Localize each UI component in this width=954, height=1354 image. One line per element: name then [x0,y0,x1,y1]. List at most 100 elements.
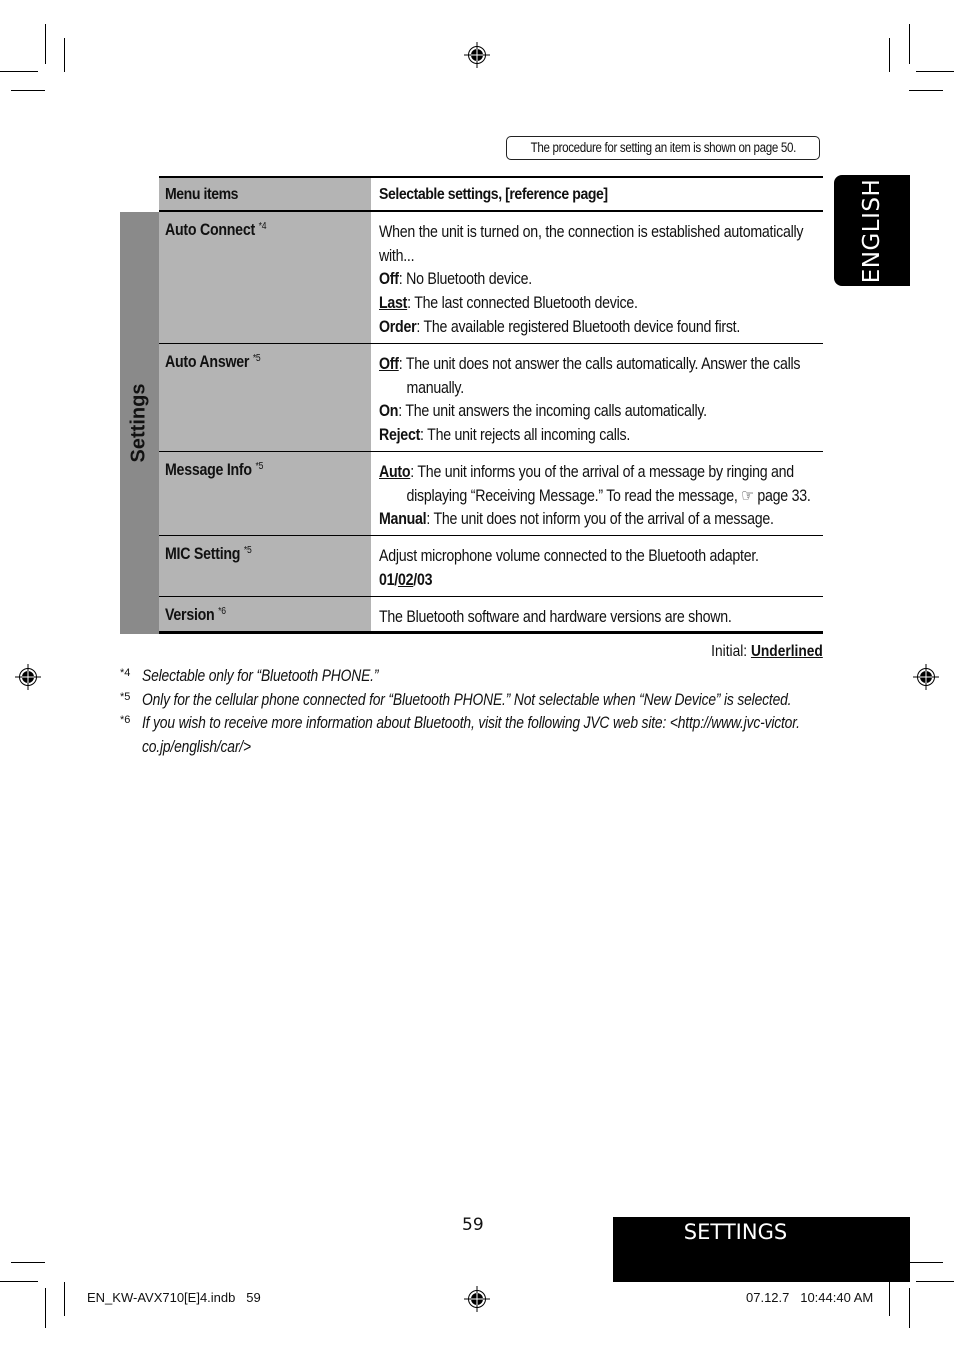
footnote-ref: *5 [243,545,252,556]
option-key: Manual [379,510,427,529]
option-key: Reject [379,426,421,445]
option-text: manually. [406,378,465,397]
header-menu-items: Menu items [165,186,239,203]
footnote-ref: *5 [252,353,261,364]
registration-mark-icon [464,42,490,68]
option-key: Off [379,270,399,289]
page-number: 59 [462,1215,484,1235]
description-line: Last: The last connected Bluetooth devic… [379,292,818,316]
setting-description: Auto: The unit informs you of the arriva… [379,461,818,532]
menu-item-name: Message Info *5 [165,461,263,480]
crop-mark [0,71,38,72]
option-text: Adjust microphone volume connected to th… [379,547,759,565]
table-header: Menu items Selectable settings, [referen… [159,176,823,212]
table-row: Version *6 The Bluetooth software and har… [159,597,823,634]
table-row: Message Info *5 Auto: The unit informs yo… [159,452,823,536]
option-text: : The unit rejects all incoming calls. [420,426,631,445]
crop-mark [916,71,954,72]
crop-mark [909,1288,910,1328]
description-line: 01/02/03 [379,570,433,589]
initial-value: Underlined [751,643,823,660]
setting-description: The Bluetooth software and hardware vers… [379,606,818,630]
crop-mark [909,90,943,91]
registration-mark-icon [913,664,939,690]
menu-item-label: Auto Connect [165,221,255,239]
footnote: *4 Selectable only for “Bluetooth PHONE.… [120,665,860,689]
description-line: Adjust microphone volume connected to th… [379,545,818,569]
registration-mark-icon [15,664,41,690]
footnote-text: If you wish to receive more information … [142,714,800,732]
crop-mark [889,1282,890,1316]
menu-item-name: MIC Setting *5 [165,545,252,564]
description-line: On: The unit answers the incoming calls … [379,400,818,424]
footnote-ref: *4 [258,221,267,232]
initial-label: Initial: [711,643,748,660]
setting-description: When the unit is turned on, the connecti… [379,221,818,340]
menu-item-name: Auto Connect *4 [165,221,266,240]
option-text: with... [379,246,415,265]
option-key: On [379,402,399,421]
description-line: Reject: The unit rejects all incoming ca… [379,424,818,448]
description-line: When the unit is turned on, the connecti… [379,221,818,245]
option-key: Off [379,355,399,373]
crop-mark [45,1288,46,1328]
footnote: *6 If you wish to receive more informati… [120,712,860,759]
menu-item-name: Version *6 [165,606,226,625]
description-line: Auto: The unit informs you of the arriva… [379,461,818,485]
description-line: with... [379,245,818,269]
option-text: : The unit does not inform you of the ar… [426,510,774,529]
crop-mark [11,90,45,91]
table-row: Auto Answer *5 Off: The unit does not ans… [159,344,823,452]
language-tab: ENGLISH [834,175,910,286]
crop-mark [909,1262,943,1263]
crop-mark [45,24,46,64]
crop-mark [0,1281,38,1282]
footnote-mark: *4 [120,667,131,679]
setting-description: Adjust microphone volume connected to th… [379,545,818,592]
footnote-mark: *6 [120,714,131,726]
option-key: Order [379,317,417,336]
initial-note: Initial: Underlined [711,643,823,661]
crop-mark [909,24,910,64]
slug-datetime: 07.12.7 10:44:40 AM [746,1290,874,1305]
option-text: : The last connected Bluetooth device. [407,294,638,313]
menu-item-label: MIC Setting [165,545,241,563]
option-text: : The available registered Bluetooth dev… [416,317,741,336]
footnotes: *4 Selectable only for “Bluetooth PHONE.… [120,665,860,759]
description-line: displaying “Receiving Message.” To read … [379,485,818,509]
setting-description: Off: The unit does not answer the calls … [379,353,818,448]
crop-mark [11,1262,45,1263]
procedure-note-text: The procedure for setting an item is sho… [530,140,796,155]
footnote-ref: *5 [255,461,264,472]
footnote-text-continued: co.jp/english/car/> [142,737,251,756]
menu-item-label: Message Info [165,461,252,479]
table-row: MIC Setting *5 Adjust microphone volume c… [159,536,823,597]
option-text: The Bluetooth software and hardware vers… [379,608,732,626]
footnote: *5 Only for the cellular phone connected… [120,689,860,713]
option-value: 03 [416,570,433,589]
crop-mark [916,1281,954,1282]
option-value: 02 [397,570,414,589]
header-selectable-settings: Selectable settings, [reference page] [379,186,608,203]
procedure-note: The procedure for setting an item is sho… [506,136,820,160]
group-label-bar: Settings [120,212,159,634]
group-label: Settings [127,383,150,463]
menu-item-name: Auto Answer *5 [165,353,261,372]
option-text: : No Bluetooth device. [398,270,532,289]
option-value: 01 [379,570,395,589]
language-tab-label: ENGLISH [859,178,885,284]
description-line: The Bluetooth software and hardware vers… [379,606,818,630]
crop-mark [889,38,890,72]
table-row: Auto Connect *4 When the unit is turned o… [159,212,823,344]
crop-mark [64,1282,65,1316]
option-text: displaying “Receiving Message.” To read … [406,486,811,505]
description-line: Manual: The unit does not inform you of … [379,508,818,532]
description-line: Off: No Bluetooth device. [379,268,818,292]
description-line: manually. [379,377,818,401]
crop-mark [64,38,65,72]
footnote-mark: *5 [120,690,131,703]
option-text: : The unit informs you of the arrival of… [410,463,794,481]
option-text: When the unit is turned on, the connecti… [379,223,804,241]
option-key: Auto [379,463,411,481]
option-text: : The unit does not answer the calls aut… [398,355,801,373]
